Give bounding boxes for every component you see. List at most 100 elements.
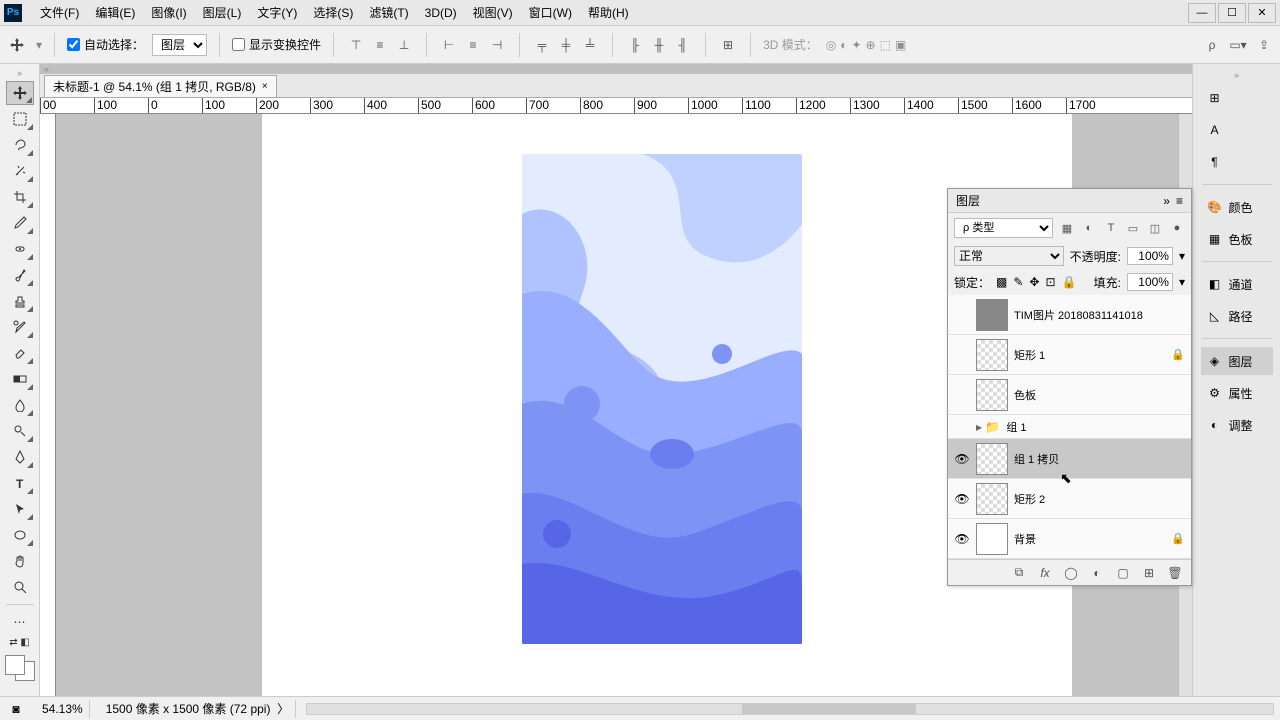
maximize-button[interactable]: ☐ (1218, 3, 1246, 23)
scrollbar-horizontal[interactable] (306, 703, 1274, 715)
lock-transparent-icon[interactable]: ▩ (996, 275, 1007, 289)
visibility-toggle[interactable] (954, 419, 970, 435)
menu-图层[interactable]: 图层(L) (195, 0, 250, 26)
layer-name[interactable]: TIM图片 20180831141018 (1014, 307, 1185, 323)
panel-tab-通道[interactable]: ◧通道 (1201, 270, 1273, 298)
visibility-toggle[interactable]: 👁 (954, 491, 970, 507)
menu-编辑[interactable]: 编辑(E) (87, 0, 143, 26)
close-button[interactable]: ✕ (1248, 3, 1276, 23)
gradient-tool[interactable] (6, 367, 34, 391)
magic-wand-tool[interactable] (6, 159, 34, 183)
layer-thumbnail[interactable] (976, 483, 1008, 515)
dist-h1-icon[interactable]: ╟ (625, 35, 645, 55)
path-select-tool[interactable] (6, 497, 34, 521)
menu-选择[interactable]: 选择(S) (305, 0, 361, 26)
quick-mask-icon[interactable]: ◙ (6, 702, 26, 716)
adjustment-icon[interactable]: ◐ (1089, 565, 1105, 581)
minimize-button[interactable]: — (1188, 3, 1216, 23)
layer-row[interactable]: ▸ 📁组 1 (948, 415, 1191, 439)
auto-select-target[interactable]: 图层 (152, 34, 207, 56)
menu-视图[interactable]: 视图(V) (465, 0, 521, 26)
eyedropper-tool[interactable] (6, 211, 34, 235)
brush-tool[interactable] (6, 263, 34, 287)
close-tab-icon[interactable]: × (262, 81, 268, 92)
group-icon[interactable]: ▢ (1115, 565, 1131, 581)
foreground-color[interactable] (5, 655, 25, 675)
layer-name[interactable]: 组 1 (1006, 419, 1185, 435)
layer-filter-select[interactable]: ρ 类型 (954, 218, 1053, 238)
layer-name[interactable]: 背景 (1014, 531, 1165, 547)
blend-mode-select[interactable]: 正常 (954, 246, 1064, 266)
opacity-input[interactable] (1127, 247, 1173, 265)
layer-row[interactable]: 矩形 1🔒 (948, 335, 1191, 375)
zoom-level[interactable]: 54.13% (36, 700, 90, 718)
new-layer-icon[interactable]: ⊞ (1141, 565, 1157, 581)
panel-tab-调整[interactable]: ◐调整 (1201, 411, 1273, 439)
align-top-icon[interactable]: ⊤ (346, 35, 366, 55)
layer-thumbnail[interactable] (976, 523, 1008, 555)
marquee-tool[interactable] (6, 107, 34, 131)
visibility-toggle[interactable] (954, 307, 970, 323)
edit-toolbar[interactable]: ⋯ (6, 610, 34, 634)
auto-select-checkbox[interactable]: 自动选择： (67, 36, 144, 53)
panel-icon[interactable]: A (1201, 116, 1273, 144)
auto-align-icon[interactable]: ⊞ (718, 35, 738, 55)
swap-colors-icon[interactable]: ⇄ ◧ (6, 636, 34, 648)
fill-dropdown-icon[interactable]: ▾ (1179, 275, 1185, 289)
fill-input[interactable] (1127, 273, 1173, 291)
layer-row[interactable]: 👁组 1 拷贝 (948, 439, 1191, 479)
visibility-toggle[interactable] (954, 347, 970, 363)
ruler-vertical[interactable] (40, 114, 56, 696)
menu-3D[interactable]: 3D(D) (417, 0, 465, 26)
layer-row[interactable]: 👁背景🔒 (948, 519, 1191, 559)
menu-文件[interactable]: 文件(F) (32, 0, 87, 26)
layer-name[interactable]: 矩形 2 (1014, 491, 1185, 507)
workspace-icon[interactable]: ▭▾ (1228, 35, 1248, 55)
visibility-toggle[interactable]: 👁 (954, 451, 970, 467)
panel-tab-颜色[interactable]: 🎨颜色 (1201, 193, 1273, 221)
layer-name[interactable]: 矩形 1 (1014, 347, 1165, 363)
panel-icon[interactable]: ¶ (1201, 148, 1273, 176)
color-swatch[interactable] (5, 655, 35, 681)
lock-position-icon[interactable]: ✥ (1029, 275, 1039, 289)
stamp-tool[interactable] (6, 289, 34, 313)
panel-tab-属性[interactable]: ⚙属性 (1201, 379, 1273, 407)
panel-tab-图层[interactable]: ◈图层 (1201, 347, 1273, 375)
filter-adjust-icon[interactable]: ◐ (1081, 220, 1097, 236)
layer-thumbnail[interactable] (976, 299, 1008, 331)
layer-row[interactable]: 👁 矩形 2 (948, 479, 1191, 519)
mask-icon[interactable]: ◯ (1063, 565, 1079, 581)
healing-tool[interactable] (6, 237, 34, 261)
shape-tool[interactable] (6, 523, 34, 547)
align-bottom-icon[interactable]: ⊥ (394, 35, 414, 55)
visibility-toggle[interactable]: 👁 (954, 531, 970, 547)
layer-thumbnail[interactable] (976, 379, 1008, 411)
collapse-panel-icon[interactable]: » (1163, 194, 1170, 208)
show-transform-checkbox[interactable]: 显示变换控件 (232, 36, 321, 53)
menu-滤镜[interactable]: 滤镜(T) (361, 0, 416, 26)
layer-thumbnail[interactable] (976, 443, 1008, 475)
menu-文字[interactable]: 文字(Y) (249, 0, 305, 26)
menu-帮助[interactable]: 帮助(H) (580, 0, 637, 26)
filter-shape-icon[interactable]: ▭ (1125, 220, 1141, 236)
panel-tab-路径[interactable]: ◺路径 (1201, 302, 1273, 330)
lock-artboard-icon[interactable]: ⊡ (1045, 275, 1055, 289)
filter-toggle-icon[interactable]: ● (1169, 220, 1185, 236)
layer-row[interactable]: 色板 (948, 375, 1191, 415)
align-vmid-icon[interactable]: ≡ (370, 35, 390, 55)
dodge-tool[interactable] (6, 419, 34, 443)
eraser-tool[interactable] (6, 341, 34, 365)
align-hmid-icon[interactable]: ≡ (463, 35, 483, 55)
hand-tool[interactable] (6, 549, 34, 573)
lock-all-icon[interactable]: 🔒 (1062, 275, 1077, 289)
document-tab[interactable]: 未标题-1 @ 54.1% (组 1 拷贝, RGB/8) × (44, 75, 277, 97)
filter-pixel-icon[interactable]: ▦ (1059, 220, 1075, 236)
history-brush-tool[interactable] (6, 315, 34, 339)
menu-图像[interactable]: 图像(I) (143, 0, 194, 26)
panel-icon[interactable]: ⊞ (1201, 84, 1273, 112)
dist-h3-icon[interactable]: ╢ (673, 35, 693, 55)
layer-row[interactable]: TIM图片 20180831141018 (948, 295, 1191, 335)
dist-h2-icon[interactable]: ╫ (649, 35, 669, 55)
layer-thumbnail[interactable] (976, 339, 1008, 371)
doc-info[interactable]: 1500 像素 x 1500 像素 (72 ppi) 〉 (100, 700, 296, 718)
